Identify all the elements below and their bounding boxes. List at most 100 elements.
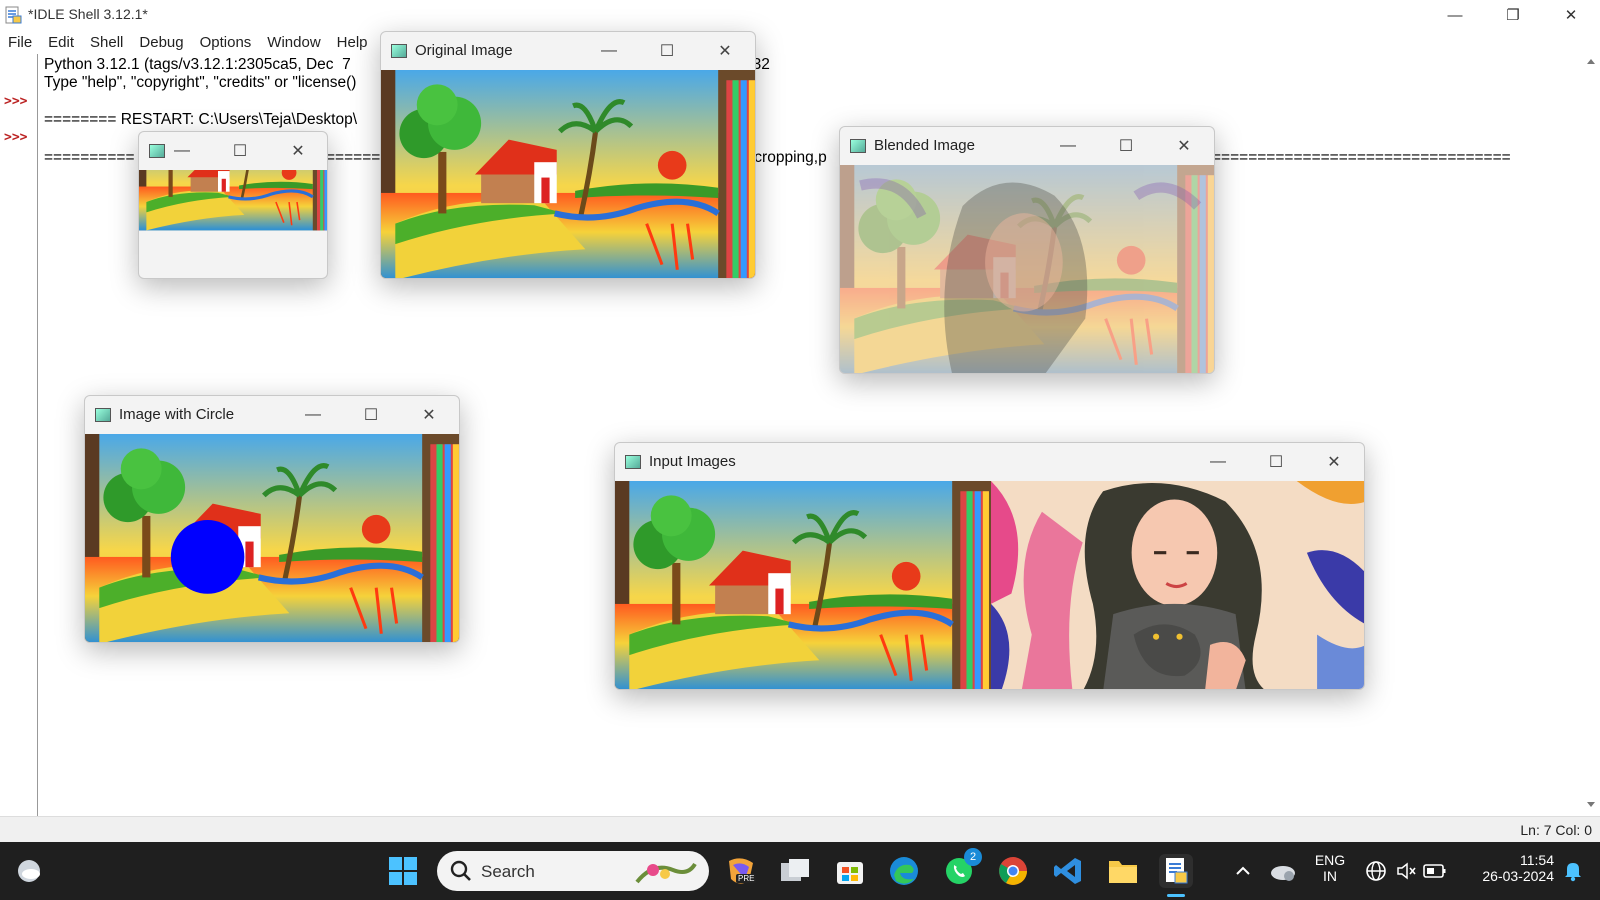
shell-line-help: Type "help", "copyright", "credits" or "… <box>44 74 357 91</box>
copilot-icon[interactable]: PRE <box>724 854 758 888</box>
search-icon <box>450 860 471 881</box>
minimize-button[interactable]: — <box>1426 0 1484 30</box>
menu-edit[interactable]: Edit <box>48 34 74 51</box>
shell-line-restart: ======== RESTART: C:\Users\Teja\Desktop\ <box>44 111 358 128</box>
prompt-marker: >>> <box>4 94 28 109</box>
file-explorer-icon[interactable] <box>1106 854 1140 888</box>
blended-window-titlebar: Blended Image — ☐ ✕ <box>840 127 1214 165</box>
microsoft-store-icon[interactable] <box>833 854 867 888</box>
original-image-window[interactable]: Original Image — ☐ ✕ <box>380 31 756 279</box>
maximize-button[interactable]: ☐ <box>1247 447 1305 477</box>
opencv-window-icon <box>95 408 111 422</box>
close-button[interactable]: ✕ <box>269 136 327 166</box>
minimize-button[interactable]: — <box>153 136 211 166</box>
close-button[interactable]: ✕ <box>1155 131 1213 161</box>
notification-badge: 2 <box>964 848 982 866</box>
input-images <box>615 481 1364 689</box>
task-view-icon[interactable] <box>778 854 812 888</box>
idle-app-icon <box>5 6 22 24</box>
vertical-scrollbar[interactable] <box>1582 54 1600 816</box>
close-button[interactable]: ✕ <box>1542 0 1600 30</box>
restore-button[interactable]: ❐ <box>1484 0 1542 30</box>
cursor-position: Ln: 7 Col: 0 <box>1520 822 1592 838</box>
shell-line-separator: ====== <box>326 149 381 166</box>
circle-window-title: Image with Circle <box>119 406 235 423</box>
menu-shell[interactable]: Shell <box>90 34 123 51</box>
blue-circle <box>170 520 245 594</box>
region-code: IN <box>1323 868 1337 884</box>
minimize-button[interactable]: — <box>1039 131 1097 161</box>
scroll-arrows-icon <box>1587 59 1595 807</box>
original-window-title: Original Image <box>415 42 513 59</box>
shell-line-filename: .cropping,p <box>750 149 827 166</box>
opencv-window-icon <box>391 44 407 58</box>
battery-icon[interactable] <box>1418 854 1452 888</box>
original-window-titlebar: Original Image — ☐ ✕ <box>381 32 755 70</box>
painting-input-image <box>615 481 991 689</box>
cropped-image-window[interactable]: — ☐ ✕ <box>138 131 328 279</box>
blended-painting-image <box>840 165 1214 373</box>
clock-date: 26-03-2024 <box>1482 868 1554 884</box>
taskbar-search-input[interactable]: Search <box>437 851 709 891</box>
onedrive-icon[interactable] <box>1266 854 1300 888</box>
circle-image-window[interactable]: Image with Circle — ☐ ✕ <box>84 395 460 643</box>
menu-window[interactable]: Window <box>267 34 320 51</box>
idle-taskbar-icon[interactable] <box>1159 854 1193 897</box>
menu-debug[interactable]: Debug <box>139 34 183 51</box>
blended-window-title: Blended Image <box>874 137 975 154</box>
blended-image-window[interactable]: Blended Image — ☐ ✕ <box>839 126 1215 374</box>
circle-window-titlebar: Image with Circle — ☐ ✕ <box>85 396 459 434</box>
circle-image <box>85 434 459 642</box>
minimize-button[interactable]: — <box>1189 447 1247 477</box>
close-button[interactable]: ✕ <box>696 36 754 66</box>
cropped-window-titlebar: — ☐ ✕ <box>139 132 327 170</box>
search-label: Search <box>481 862 535 881</box>
language-code: ENG <box>1314 852 1346 868</box>
opencv-window-icon <box>850 139 866 153</box>
maximize-button[interactable]: ☐ <box>638 36 696 66</box>
menu-options[interactable]: Options <box>200 34 252 51</box>
vscode-icon[interactable] <box>1051 854 1085 888</box>
menu-file[interactable]: File <box>8 34 32 51</box>
chrome-browser-icon[interactable] <box>996 854 1030 888</box>
minimize-button[interactable]: — <box>580 36 638 66</box>
shell-line-separator: ================================= <box>1212 149 1511 166</box>
close-button[interactable]: ✕ <box>400 400 458 430</box>
input-window-title: Input Images <box>649 453 736 470</box>
opencv-window-icon <box>625 455 641 469</box>
cropped-image <box>139 170 327 278</box>
input-images-window[interactable]: Input Images — ☐ ✕ <box>614 442 1365 690</box>
maximize-button[interactable]: ☐ <box>1097 131 1155 161</box>
taskbar: Search PRE 2 ENG IN 11:54 26-03-2024 <box>0 842 1600 900</box>
clock[interactable]: 11:54 26-03-2024 <box>1462 852 1554 884</box>
close-button[interactable]: ✕ <box>1305 447 1363 477</box>
start-button-icon[interactable] <box>386 854 420 888</box>
shell-line-separator: ========== <box>44 149 135 166</box>
edge-browser-icon[interactable] <box>887 854 921 888</box>
menu-help[interactable]: Help <box>337 34 368 51</box>
window-title: *IDLE Shell 3.12.1* <box>28 6 148 22</box>
notification-bell-icon[interactable] <box>1556 854 1590 888</box>
title-bar: *IDLE Shell 3.12.1* — ❐ ✕ <box>0 0 1600 30</box>
active-app-indicator <box>1167 894 1185 897</box>
cropped-painting-image <box>139 170 327 278</box>
whatsapp-icon[interactable]: 2 <box>942 848 982 888</box>
portrait-input-image <box>991 481 1364 689</box>
clock-time: 11:54 <box>1520 852 1554 868</box>
shell-line-version: Python 3.12.1 (tags/v3.12.1:2305ca5, Dec… <box>44 56 351 73</box>
menu-bar: File Edit Shell Debug Options Window Hel… <box>0 30 1600 54</box>
original-painting-image <box>381 70 755 278</box>
network-globe-icon[interactable] <box>1359 854 1393 888</box>
blended-image <box>840 165 1214 373</box>
maximize-button[interactable]: ☐ <box>342 400 400 430</box>
show-hidden-icons-chevron-icon[interactable] <box>1226 854 1260 888</box>
search-highlight-icon <box>635 862 697 884</box>
prompt-gutter: >>> >>> <box>0 54 38 816</box>
preview-badge: PRE <box>736 874 757 883</box>
input-window-titlebar: Input Images — ☐ ✕ <box>615 443 1364 481</box>
maximize-button[interactable]: ☐ <box>211 136 269 166</box>
language-indicator[interactable]: ENG IN <box>1312 852 1348 884</box>
weather-widget-icon[interactable] <box>12 854 46 888</box>
minimize-button[interactable]: — <box>284 400 342 430</box>
circle-painting-image <box>85 434 459 642</box>
